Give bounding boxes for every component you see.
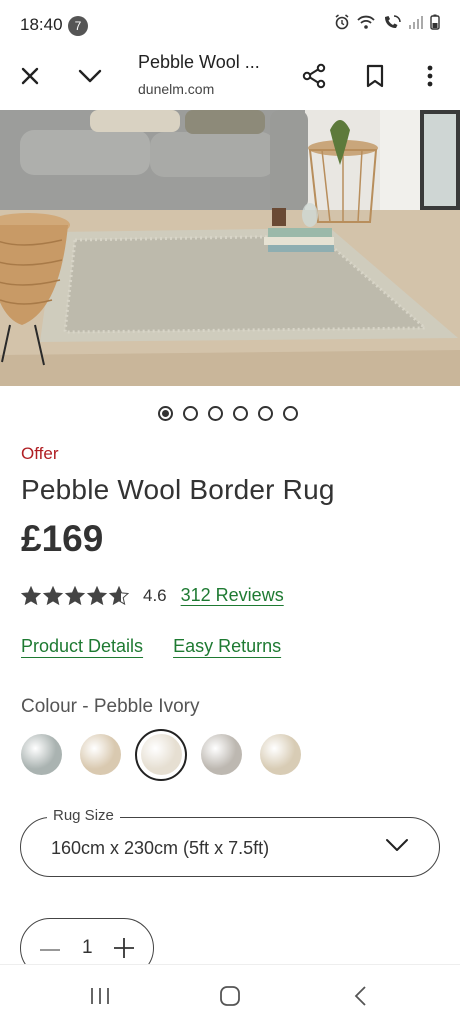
system-nav-bar xyxy=(0,964,460,1024)
page-title[interactable]: Pebble Wool ... xyxy=(138,52,260,73)
product-title: Pebble Wool Border Rug xyxy=(21,474,335,505)
chevron-down-icon[interactable] xyxy=(72,58,108,94)
alarm-icon xyxy=(334,14,350,35)
wifi-calling-icon xyxy=(382,14,402,35)
battery-icon xyxy=(430,14,440,35)
carousel-dot[interactable] xyxy=(258,406,273,421)
carousel-dot[interactable] xyxy=(183,406,198,421)
signal-icon xyxy=(408,15,424,34)
colour-swatch[interactable] xyxy=(201,734,242,775)
colour-swatch[interactable] xyxy=(21,734,62,775)
plus-icon[interactable] xyxy=(113,937,135,964)
colour-label: Colour - Pebble Ivory xyxy=(21,696,200,717)
page-domain[interactable]: dunelm.com xyxy=(138,81,214,97)
product-details-link[interactable]: Product Details xyxy=(21,636,143,657)
colour-swatch[interactable] xyxy=(140,734,182,775)
star-icon xyxy=(43,585,63,605)
back-icon[interactable] xyxy=(345,981,375,1011)
star-icon xyxy=(65,585,85,605)
status-time: 18:40 xyxy=(20,15,63,34)
reviews-link[interactable]: 312 Reviews xyxy=(181,585,284,606)
home-icon[interactable] xyxy=(215,981,245,1011)
wifi-icon xyxy=(356,14,376,35)
carousel-dots xyxy=(158,406,298,421)
recents-icon[interactable] xyxy=(85,981,115,1011)
star-icon xyxy=(21,585,41,605)
browser-toolbar: Pebble Wool ... dunelm.com xyxy=(0,48,460,104)
carousel-dot[interactable] xyxy=(158,406,173,421)
status-bar: 18:40 7 xyxy=(0,0,460,48)
chevron-down-icon xyxy=(385,838,409,857)
close-icon[interactable] xyxy=(12,58,48,94)
selected-swatch-ring[interactable] xyxy=(135,728,187,781)
rug-size-select[interactable]: Rug Size 160cm x 230cm (5ft x 7.5ft) xyxy=(20,807,440,877)
rating-value: 4.6 xyxy=(143,585,167,605)
rating-row: 4.6 312 Reviews xyxy=(21,585,284,606)
star-rating xyxy=(21,585,129,606)
product-image[interactable] xyxy=(0,110,460,386)
quantity-value[interactable]: 1 xyxy=(82,937,93,959)
colour-swatch[interactable] xyxy=(80,734,121,775)
carousel-dot[interactable] xyxy=(208,406,223,421)
carousel-dot[interactable] xyxy=(283,406,298,421)
rug-size-value: 160cm x 230cm (5ft x 7.5ft) xyxy=(51,838,270,858)
colour-swatches xyxy=(21,728,301,781)
more-vert-icon[interactable] xyxy=(412,58,448,94)
star-icon xyxy=(109,585,129,605)
bookmark-icon[interactable] xyxy=(357,58,393,94)
minus-icon[interactable] xyxy=(39,939,61,966)
star-icon xyxy=(87,585,107,605)
info-links: Product Details Easy Returns xyxy=(21,636,281,657)
offer-label: Offer xyxy=(21,444,59,463)
product-price: £169 xyxy=(21,518,104,559)
colour-swatch[interactable] xyxy=(260,734,301,775)
carousel-dot[interactable] xyxy=(233,406,248,421)
share-icon[interactable] xyxy=(296,58,332,94)
status-icons xyxy=(334,14,440,35)
easy-returns-link[interactable]: Easy Returns xyxy=(173,636,281,657)
notification-badge: 7 xyxy=(68,16,88,36)
rug-size-legend: Rug Size xyxy=(47,807,120,824)
